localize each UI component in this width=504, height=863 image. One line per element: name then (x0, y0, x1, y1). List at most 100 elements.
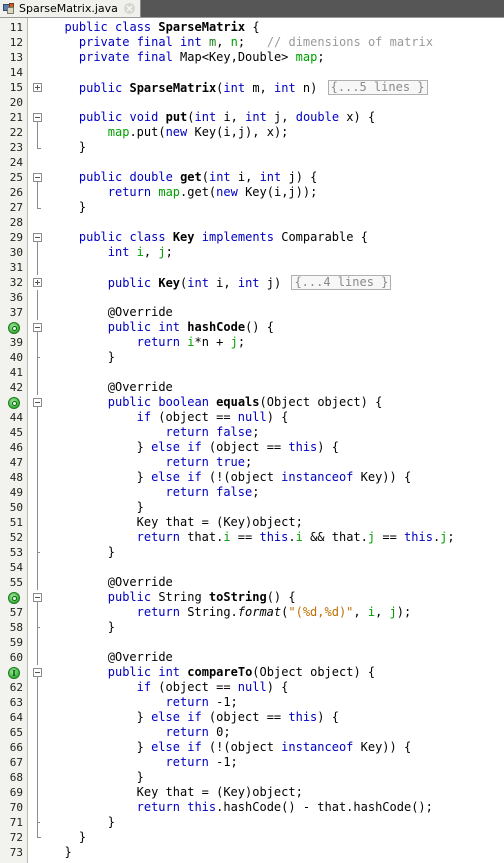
code-text[interactable]: } else if (object == this) { (137, 710, 339, 725)
override-method-icon[interactable] (8, 397, 20, 409)
code-line[interactable]: 67 return -1; (0, 755, 504, 770)
code-text[interactable]: public String toString() { (108, 590, 296, 605)
code-text[interactable]: private final Map<Key,Double> map; (79, 50, 325, 65)
code-line[interactable]: 36 (0, 290, 504, 305)
code-text[interactable]: Key that = (Key)object; (137, 785, 303, 800)
code-line[interactable]: 11 public class SparseMatrix { (0, 20, 504, 35)
code-line[interactable]: 71} (0, 815, 504, 830)
code-line[interactable]: 13 private final Map<Key,Double> map; (0, 50, 504, 65)
code-text[interactable]: public boolean equals(Object object) { (108, 395, 383, 410)
code-text[interactable]: @Override (108, 380, 173, 395)
code-line[interactable]: 46} else if (object == this) { (0, 440, 504, 455)
code-line[interactable]: 53} (0, 545, 504, 560)
code-line[interactable]: 62 if (object == null) { (0, 680, 504, 695)
code-line[interactable]: 47 return true; (0, 455, 504, 470)
code-text[interactable]: } (108, 620, 115, 635)
code-line[interactable]: 28 (0, 215, 504, 230)
code-line[interactable]: 37 @Override (0, 305, 504, 320)
code-text[interactable]: public SparseMatrix(int m, int n) {...5 … (79, 80, 428, 96)
code-line[interactable]: 70 return this.hashCode() - that.hashCode… (0, 800, 504, 815)
fold-collapse-icon[interactable] (33, 113, 42, 122)
code-line[interactable]: 23} (0, 140, 504, 155)
code-text[interactable]: } else if (!(object instanceof Key)) { (137, 470, 412, 485)
code-text[interactable]: @Override (108, 650, 173, 665)
code-line[interactable]: 31 (0, 260, 504, 275)
code-text[interactable]: return that.i == this.i && that.j == thi… (137, 530, 455, 545)
code-line[interactable]: 54 (0, 560, 504, 575)
code-line[interactable]: 14 (0, 65, 504, 80)
code-text[interactable]: return String.format("(%d,%d)", i, j); (137, 605, 412, 620)
code-editor[interactable]: 11 public class SparseMatrix {12 private f… (0, 18, 504, 863)
collapsed-fold-placeholder[interactable]: {...5 lines } (327, 80, 428, 95)
code-text[interactable]: return false; (166, 425, 260, 440)
code-text[interactable]: return i*n + j; (137, 335, 245, 350)
implements-method-icon[interactable]: I (8, 667, 20, 679)
code-text[interactable]: return -1; (166, 755, 238, 770)
code-text[interactable]: } (137, 500, 144, 515)
override-method-icon[interactable] (8, 322, 20, 334)
code-line[interactable]: public String toString() { (0, 590, 504, 605)
code-text[interactable]: return 0; (166, 725, 231, 740)
code-line[interactable]: 44 if (object == null) { (0, 410, 504, 425)
code-text[interactable]: public class Key implements Comparable { (79, 230, 368, 245)
fold-expand-icon[interactable] (33, 278, 42, 287)
code-text[interactable]: } (79, 200, 86, 215)
code-text[interactable]: public int hashCode() { (108, 320, 274, 335)
code-line[interactable]: 66} else if (!(object instanceof Key)) { (0, 740, 504, 755)
collapsed-fold-placeholder[interactable]: {...4 lines } (291, 275, 392, 290)
fold-collapse-icon[interactable] (33, 398, 42, 407)
code-line[interactable]: 40} (0, 350, 504, 365)
code-text[interactable]: } (79, 140, 86, 155)
code-text[interactable]: @Override (108, 305, 173, 320)
code-line[interactable]: 29 public class Key implements Comparable… (0, 230, 504, 245)
code-line[interactable]: 27} (0, 200, 504, 215)
code-text[interactable]: } (79, 830, 86, 845)
code-text[interactable]: return true; (166, 455, 253, 470)
code-line[interactable]: 41 (0, 365, 504, 380)
code-line[interactable]: 52 return that.i == this.i && that.j == t… (0, 530, 504, 545)
code-text[interactable]: } (108, 545, 115, 560)
code-line[interactable]: 58} (0, 620, 504, 635)
close-icon[interactable] (123, 3, 135, 14)
code-text[interactable]: return -1; (166, 695, 238, 710)
fold-collapse-icon[interactable] (33, 323, 42, 332)
code-text[interactable]: return map.get(new Key(i,j)); (108, 185, 318, 200)
code-line[interactable]: 12 private final int m, n; // dimensions … (0, 35, 504, 50)
code-line[interactable]: public int hashCode() { (0, 320, 504, 335)
code-text[interactable]: if (object == null) { (137, 410, 289, 425)
code-text[interactable]: return this.hashCode() - that.hashCode()… (137, 800, 433, 815)
code-text[interactable]: public class SparseMatrix { (64, 20, 259, 35)
code-text[interactable]: public Key(int i, int j) {...4 lines } (108, 275, 392, 291)
code-text[interactable]: return false; (166, 485, 260, 500)
code-line[interactable]: 32 public Key(int i, int j) {...4 lines } (0, 275, 504, 290)
fold-collapse-icon[interactable] (33, 173, 42, 182)
code-text[interactable]: if (object == null) { (137, 680, 289, 695)
code-line[interactable]: 49 return false; (0, 485, 504, 500)
code-line[interactable]: public boolean equals(Object object) { (0, 395, 504, 410)
code-line[interactable]: 69 Key that = (Key)object; (0, 785, 504, 800)
override-method-icon[interactable] (8, 592, 20, 604)
fold-collapse-icon[interactable] (33, 593, 42, 602)
code-line[interactable]: 57 return String.format("(%d,%d)", i, j); (0, 605, 504, 620)
code-text[interactable]: } else if (object == this) { (137, 440, 339, 455)
code-line[interactable]: 25 public double get(int i, int j) { (0, 170, 504, 185)
code-line[interactable]: 22 map.put(new Key(i,j), x); (0, 125, 504, 140)
code-line[interactable]: 63 return -1; (0, 695, 504, 710)
tab-sparsematrix-java[interactable]: SparseMatrix.java (0, 0, 141, 17)
code-text[interactable]: private final int m, n; // dimensions of… (79, 35, 433, 50)
code-text[interactable]: } (137, 770, 144, 785)
code-line[interactable]: 73} (0, 845, 504, 860)
code-line[interactable]: 60 @Override (0, 650, 504, 665)
code-text[interactable]: public double get(int i, int j) { (79, 170, 318, 185)
code-line[interactable]: 24 (0, 155, 504, 170)
code-text[interactable]: Key that = (Key)object; (137, 515, 303, 530)
code-line[interactable]: 64} else if (object == this) { (0, 710, 504, 725)
fold-collapse-icon[interactable] (33, 668, 42, 677)
code-line[interactable]: 68} (0, 770, 504, 785)
code-line[interactable]: 48} else if (!(object instanceof Key)) { (0, 470, 504, 485)
code-text[interactable]: } (108, 815, 115, 830)
code-line[interactable]: 72} (0, 830, 504, 845)
code-text[interactable]: } else if (!(object instanceof Key)) { (137, 740, 412, 755)
code-text[interactable]: public void put(int i, int j, double x) … (79, 110, 375, 125)
code-line[interactable]: 51 Key that = (Key)object; (0, 515, 504, 530)
